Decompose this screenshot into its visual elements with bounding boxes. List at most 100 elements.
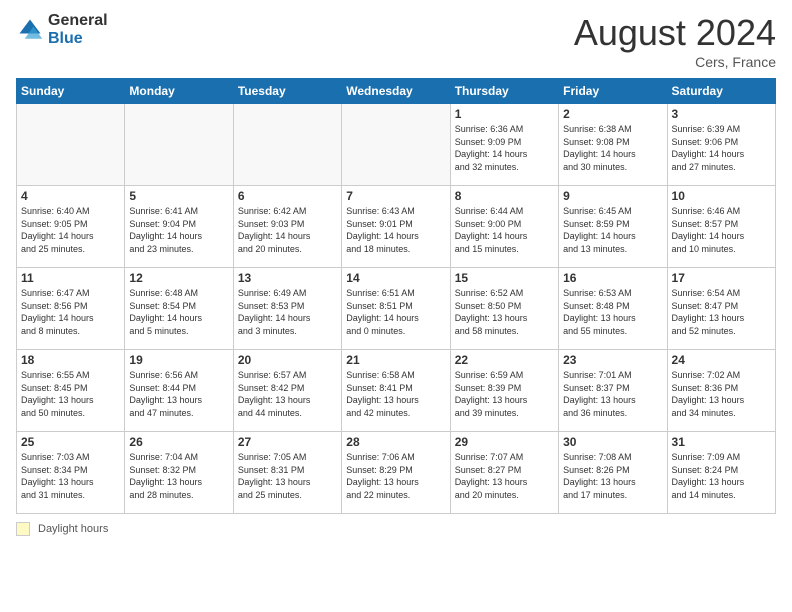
day-info: Sunrise: 6:41 AM Sunset: 9:04 PM Dayligh… [129, 205, 228, 255]
day-number: 26 [129, 435, 228, 449]
calendar-cell: 20 Sunrise: 6:57 AM Sunset: 8:42 PM Dayli… [233, 350, 341, 432]
day-info: Sunrise: 6:40 AM Sunset: 9:05 PM Dayligh… [21, 205, 120, 255]
day-number: 21 [346, 353, 445, 367]
day-info: Sunrise: 6:43 AM Sunset: 9:01 PM Dayligh… [346, 205, 445, 255]
week-row-3: 11Sunrise: 6:47 AM Sunset: 8:56 PM Dayli… [17, 268, 776, 350]
logo-text: General Blue [48, 12, 108, 47]
day-number: 16 [563, 271, 662, 285]
day-number: 23 [563, 353, 662, 367]
calendar-cell: 25 Sunrise: 7:03 AM Sunset: 8:34 PM Dayli… [17, 432, 125, 514]
day-number: 12 [129, 271, 228, 285]
footer: Daylight hours [16, 522, 776, 536]
logo-blue-text: Blue [48, 30, 108, 48]
day-number: 2 [563, 107, 662, 121]
day-number: 20 [238, 353, 337, 367]
day-info: Sunrise: 6:53 AM Sunset: 8:48 PM Dayligh… [563, 287, 662, 337]
day-number: 18 [21, 353, 120, 367]
calendar-cell: 15Sunrise: 6:52 AM Sunset: 8:50 PM Dayli… [450, 268, 558, 350]
calendar-table: SundayMondayTuesdayWednesdayThursdayFrid… [16, 78, 776, 514]
day-number: 11 [21, 271, 120, 285]
calendar-cell: 16 Sunrise: 6:53 AM Sunset: 8:48 PM Dayli… [559, 268, 667, 350]
calendar-cell: 10Sunrise: 6:46 AM Sunset: 8:57 PM Dayli… [667, 186, 775, 268]
day-number: 6 [238, 189, 337, 203]
day-number: 10 [672, 189, 771, 203]
logo-icon [16, 16, 44, 44]
calendar-cell: 21 Sunrise: 6:58 AM Sunset: 8:41 PM Dayli… [342, 350, 450, 432]
daylight-label: Daylight hours [38, 523, 108, 535]
day-info: Sunrise: 7:02 AM Sunset: 8:36 PM Dayligh… [672, 369, 771, 419]
week-row-4: 18 Sunrise: 6:55 AM Sunset: 8:45 PM Dayli… [17, 350, 776, 432]
calendar-cell [233, 104, 341, 186]
month-title: August 2024 [574, 12, 776, 54]
day-number: 1 [455, 107, 554, 121]
calendar-cell: 14 Sunrise: 6:51 AM Sunset: 8:51 PM Dayli… [342, 268, 450, 350]
calendar-cell: 12Sunrise: 6:48 AM Sunset: 8:54 PM Dayli… [125, 268, 233, 350]
calendar-cell: 18 Sunrise: 6:55 AM Sunset: 8:45 PM Dayli… [17, 350, 125, 432]
day-number: 24 [672, 353, 771, 367]
daylight-icon [16, 522, 30, 536]
calendar-cell: 27Sunrise: 7:05 AM Sunset: 8:31 PM Dayli… [233, 432, 341, 514]
calendar-cell: 3Sunrise: 6:39 AM Sunset: 9:06 PM Daylig… [667, 104, 775, 186]
calendar-cell: 26Sunrise: 7:04 AM Sunset: 8:32 PM Dayli… [125, 432, 233, 514]
calendar-cell: 5Sunrise: 6:41 AM Sunset: 9:04 PM Daylig… [125, 186, 233, 268]
day-number: 29 [455, 435, 554, 449]
day-info: Sunrise: 7:07 AM Sunset: 8:27 PM Dayligh… [455, 451, 554, 501]
day-number: 7 [346, 189, 445, 203]
week-row-1: 1 Sunrise: 6:36 AM Sunset: 9:09 PM Daylig… [17, 104, 776, 186]
calendar-cell: 9Sunrise: 6:45 AM Sunset: 8:59 PM Daylig… [559, 186, 667, 268]
calendar-cell: 23 Sunrise: 7:01 AM Sunset: 8:37 PM Dayli… [559, 350, 667, 432]
day-info: Sunrise: 6:58 AM Sunset: 8:41 PM Dayligh… [346, 369, 445, 419]
weekday-header-friday: Friday [559, 79, 667, 104]
weekday-header-wednesday: Wednesday [342, 79, 450, 104]
day-info: Sunrise: 7:01 AM Sunset: 8:37 PM Dayligh… [563, 369, 662, 419]
logo: General Blue [16, 12, 108, 47]
day-number: 15 [455, 271, 554, 285]
day-info: Sunrise: 6:55 AM Sunset: 8:45 PM Dayligh… [21, 369, 120, 419]
logo-general-text: General [48, 12, 108, 30]
day-number: 13 [238, 271, 337, 285]
day-number: 30 [563, 435, 662, 449]
week-row-5: 25 Sunrise: 7:03 AM Sunset: 8:34 PM Dayli… [17, 432, 776, 514]
day-info: Sunrise: 6:54 AM Sunset: 8:47 PM Dayligh… [672, 287, 771, 337]
week-row-2: 4 Sunrise: 6:40 AM Sunset: 9:05 PM Daylig… [17, 186, 776, 268]
day-number: 14 [346, 271, 445, 285]
day-info: Sunrise: 6:51 AM Sunset: 8:51 PM Dayligh… [346, 287, 445, 337]
day-info: Sunrise: 7:06 AM Sunset: 8:29 PM Dayligh… [346, 451, 445, 501]
day-info: Sunrise: 6:36 AM Sunset: 9:09 PM Dayligh… [455, 123, 554, 173]
calendar-cell: 17 Sunrise: 6:54 AM Sunset: 8:47 PM Dayli… [667, 268, 775, 350]
day-number: 17 [672, 271, 771, 285]
calendar-cell: 24 Sunrise: 7:02 AM Sunset: 8:36 PM Dayli… [667, 350, 775, 432]
day-info: Sunrise: 6:56 AM Sunset: 8:44 PM Dayligh… [129, 369, 228, 419]
weekday-header-thursday: Thursday [450, 79, 558, 104]
weekday-header-tuesday: Tuesday [233, 79, 341, 104]
calendar-cell [125, 104, 233, 186]
day-number: 25 [21, 435, 120, 449]
calendar-cell [17, 104, 125, 186]
day-number: 22 [455, 353, 554, 367]
calendar-cell: 8Sunrise: 6:44 AM Sunset: 9:00 PM Daylig… [450, 186, 558, 268]
calendar-cell: 1 Sunrise: 6:36 AM Sunset: 9:09 PM Daylig… [450, 104, 558, 186]
day-info: Sunrise: 6:57 AM Sunset: 8:42 PM Dayligh… [238, 369, 337, 419]
day-number: 31 [672, 435, 771, 449]
calendar-cell: 13 Sunrise: 6:49 AM Sunset: 8:53 PM Dayli… [233, 268, 341, 350]
day-number: 9 [563, 189, 662, 203]
day-number: 4 [21, 189, 120, 203]
calendar-cell: 30Sunrise: 7:08 AM Sunset: 8:26 PM Dayli… [559, 432, 667, 514]
calendar-cell: 19Sunrise: 6:56 AM Sunset: 8:44 PM Dayli… [125, 350, 233, 432]
location: Cers, France [574, 54, 776, 70]
day-info: Sunrise: 6:49 AM Sunset: 8:53 PM Dayligh… [238, 287, 337, 337]
calendar-cell: 4 Sunrise: 6:40 AM Sunset: 9:05 PM Daylig… [17, 186, 125, 268]
day-info: Sunrise: 6:59 AM Sunset: 8:39 PM Dayligh… [455, 369, 554, 419]
day-info: Sunrise: 7:03 AM Sunset: 8:34 PM Dayligh… [21, 451, 120, 501]
calendar-cell: 22 Sunrise: 6:59 AM Sunset: 8:39 PM Dayli… [450, 350, 558, 432]
day-info: Sunrise: 6:38 AM Sunset: 9:08 PM Dayligh… [563, 123, 662, 173]
header: General Blue August 2024 Cers, France [16, 12, 776, 70]
day-number: 3 [672, 107, 771, 121]
calendar-cell: 6Sunrise: 6:42 AM Sunset: 9:03 PM Daylig… [233, 186, 341, 268]
calendar-cell: 28Sunrise: 7:06 AM Sunset: 8:29 PM Dayli… [342, 432, 450, 514]
calendar-cell: 31Sunrise: 7:09 AM Sunset: 8:24 PM Dayli… [667, 432, 775, 514]
day-info: Sunrise: 7:05 AM Sunset: 8:31 PM Dayligh… [238, 451, 337, 501]
calendar-cell: 29 Sunrise: 7:07 AM Sunset: 8:27 PM Dayli… [450, 432, 558, 514]
weekday-header-sunday: Sunday [17, 79, 125, 104]
weekday-header-row: SundayMondayTuesdayWednesdayThursdayFrid… [17, 79, 776, 104]
